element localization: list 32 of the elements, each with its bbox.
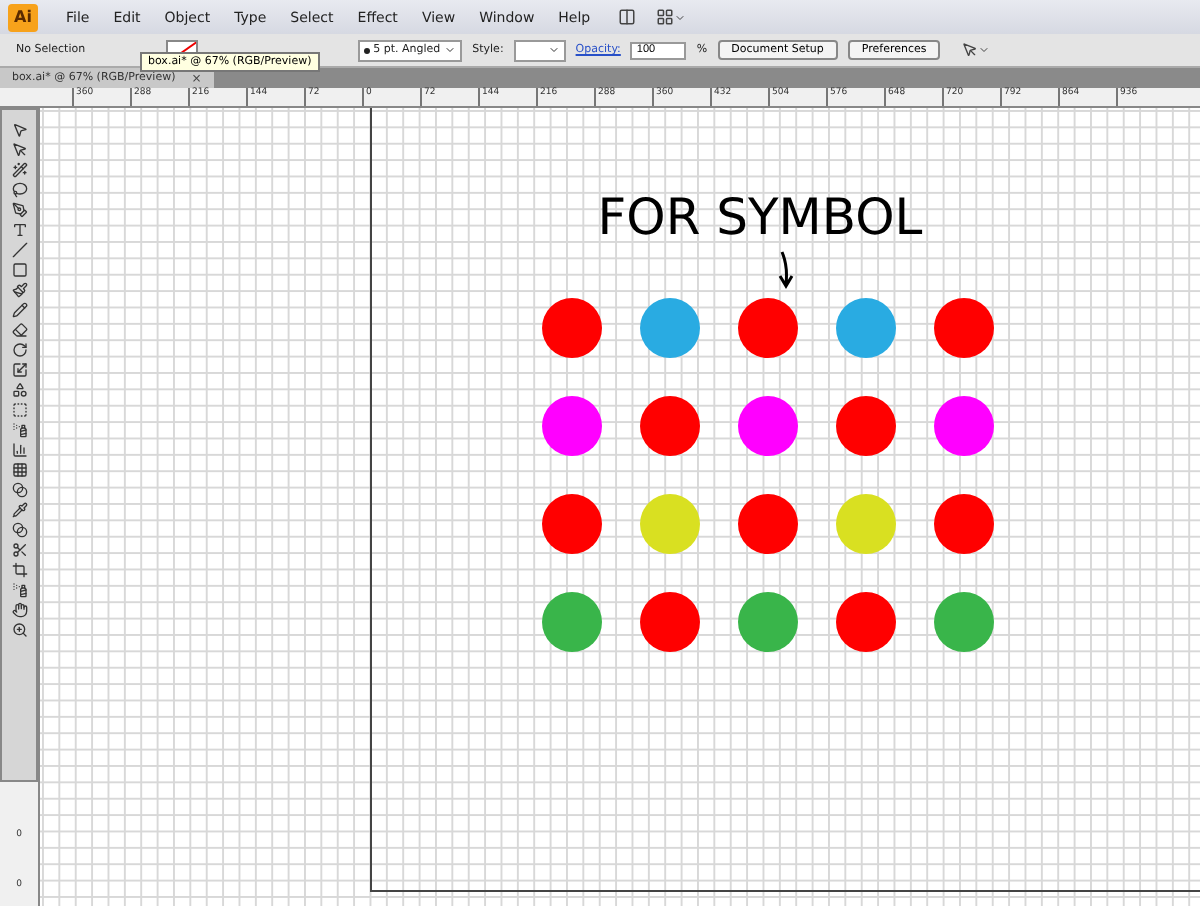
lasso-icon[interactable] [11,182,27,198]
scale-icon[interactable] [11,362,27,378]
eraser-icon[interactable] [11,322,27,338]
free-transform-icon[interactable] [11,402,27,418]
caret-icon [444,44,457,56]
shapes-icon[interactable] [11,382,27,398]
caret-icon [547,44,560,56]
zoom-icon[interactable] [11,622,27,638]
line-icon[interactable] [11,242,27,258]
bridge-icon[interactable] [618,8,637,26]
arrow-icon [776,250,796,290]
hand-icon[interactable] [11,602,27,618]
paintbrush-icon[interactable] [11,282,27,298]
type-icon[interactable] [11,222,27,238]
selection-icon[interactable] [11,122,27,138]
app-logo: Ai [8,3,38,31]
pencil-icon[interactable] [11,302,27,318]
scissors-icon[interactable] [11,542,27,558]
heading-text: FOR SYMBOL [597,188,923,246]
pen-icon[interactable] [11,202,27,218]
mesh-icon[interactable] [11,462,27,478]
rectangle-icon[interactable] [11,262,27,278]
brush-dot-icon [363,47,370,53]
pointer-options-icon[interactable] [962,42,991,58]
arrange-icon[interactable] [656,8,687,26]
magic-wand-icon[interactable] [11,162,27,178]
style-select[interactable] [513,39,566,61]
rotate-icon[interactable] [11,342,27,358]
eyedropper-icon[interactable] [11,502,27,518]
graph-icon[interactable] [11,442,27,458]
artboard-icon[interactable] [11,562,27,578]
direct-selection-icon[interactable] [11,142,27,158]
